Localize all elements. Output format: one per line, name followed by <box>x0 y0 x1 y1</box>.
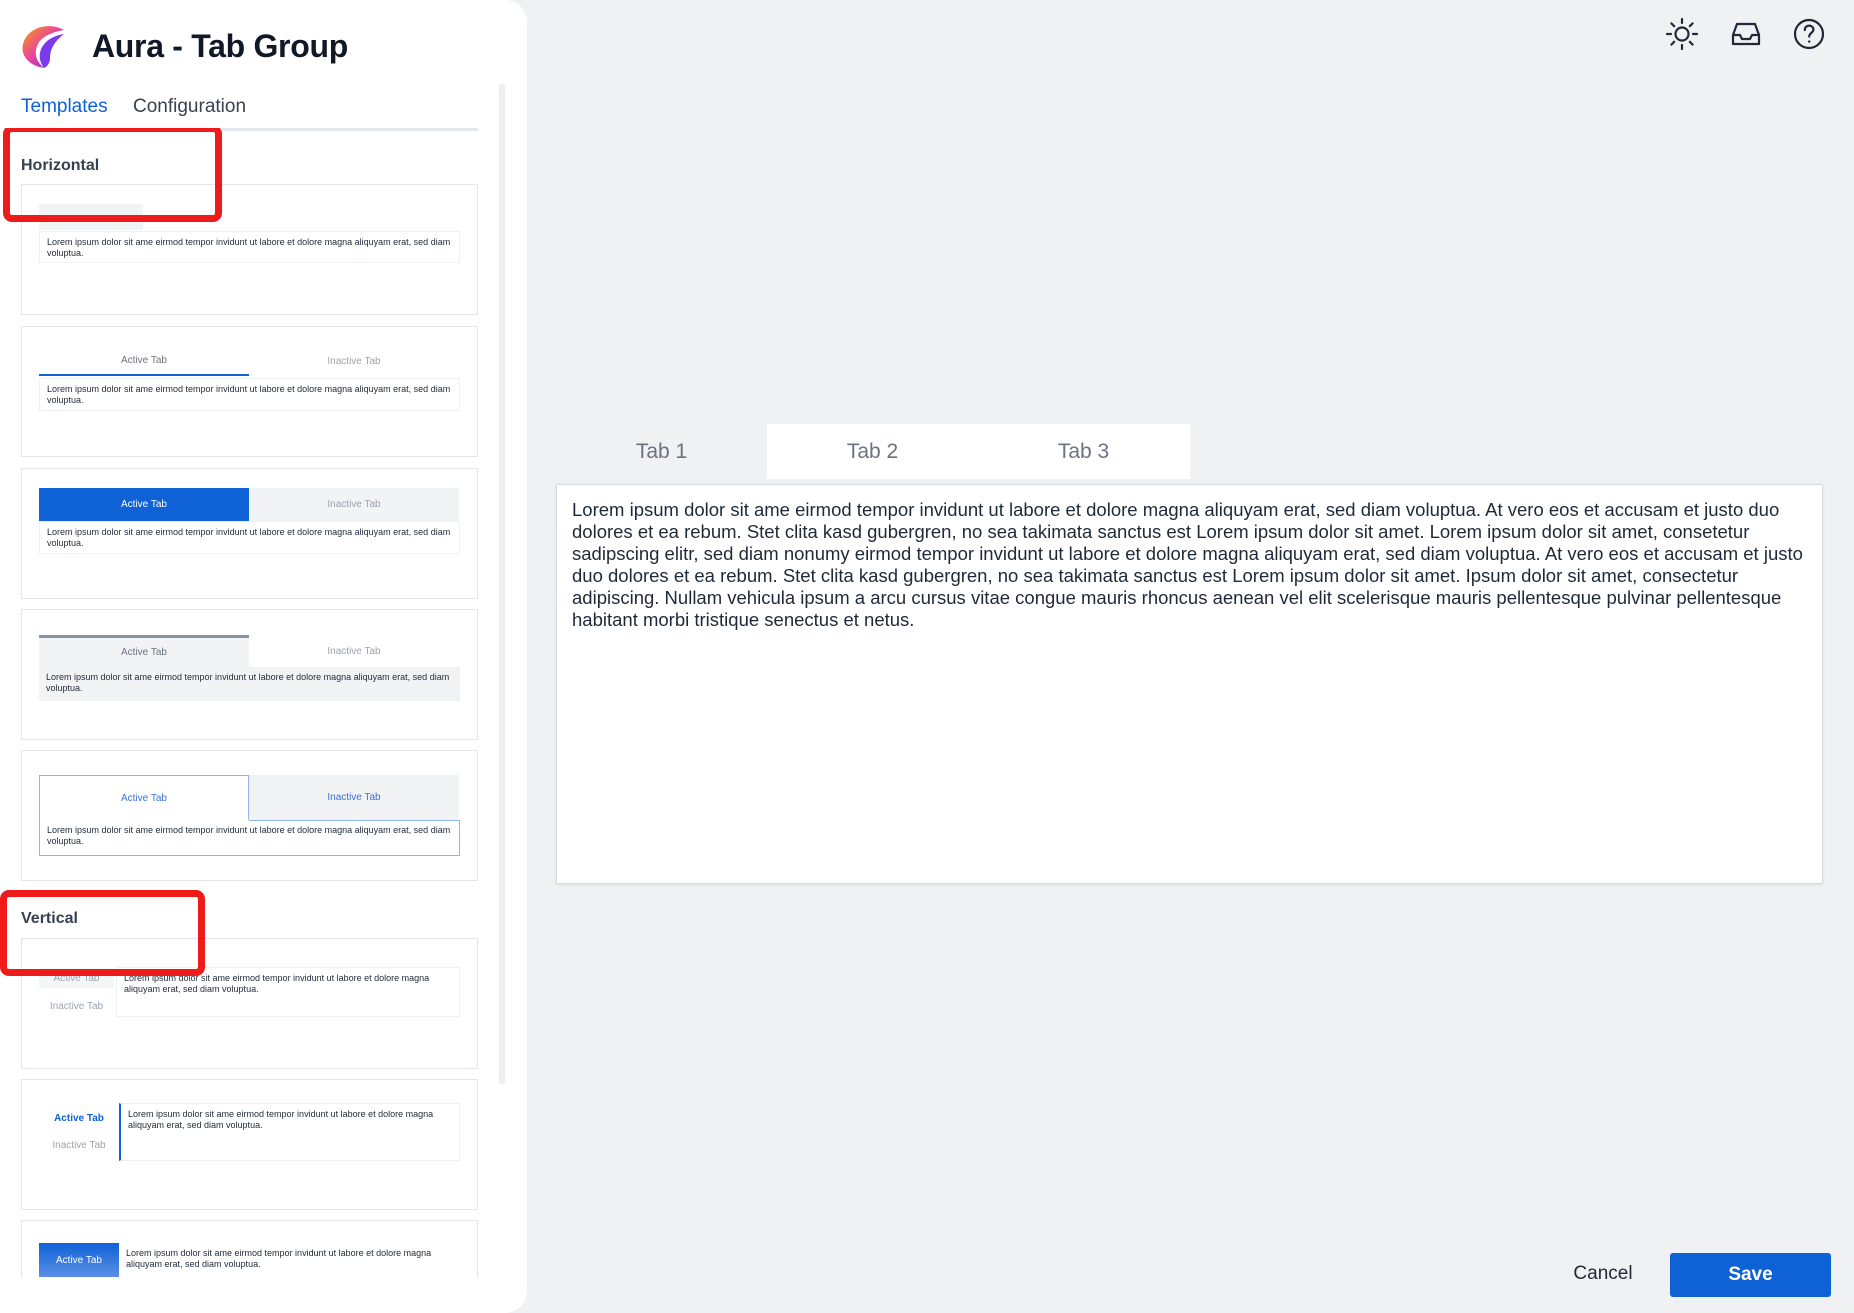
inbox-icon[interactable] <box>1728 16 1764 52</box>
template-content: Lorem ipsum dolor sit ame eirmod tempor … <box>126 1248 432 1269</box>
preview-tab-3[interactable]: Tab 3 <box>978 424 1189 479</box>
template-inactive-tab: Inactive Tab <box>249 775 459 821</box>
template-content: Lorem ipsum dolor sit ame eirmod tempor … <box>39 667 460 701</box>
tab-configuration[interactable]: Configuration <box>133 96 246 118</box>
template-active-tab: Active Tab <box>39 488 249 521</box>
template-active-tab: Active Tab <box>39 635 249 667</box>
template-inactive-tab: Inactive Tab <box>52 1139 106 1151</box>
sidebar-tabs: Templates Configuration <box>21 94 478 131</box>
template-horizontal-bordered[interactable]: Active Tab Inactive Tab Lorem ipsum dolo… <box>21 750 478 881</box>
template-content: Lorem ipsum dolor sit ame eirmod tempor … <box>119 1103 460 1161</box>
template-content: Lorem ipsum dolor sit ame eirmod tempor … <box>39 378 460 411</box>
template-inactive-tab: Inactive Tab <box>249 488 459 521</box>
save-button[interactable]: Save <box>1670 1253 1831 1297</box>
sidebar: Aura - Tab Group Templates Configuration… <box>0 0 527 1313</box>
preview-tab-1[interactable]: Tab 1 <box>556 424 767 479</box>
aura-logo-icon <box>22 26 64 68</box>
template-active-tab: Active Tab <box>39 1243 119 1277</box>
template-content: Lorem ipsum dolor sit ame eirmod tempor … <box>39 820 460 856</box>
template-list: Horizontal Lorem ipsum dolor sit ame eir… <box>0 128 527 1278</box>
sun-icon[interactable] <box>1664 16 1700 52</box>
highlight-horizontal <box>3 128 222 222</box>
template-inactive-tab: Inactive Tab <box>327 645 381 657</box>
template-active-tab: Active Tab <box>54 1112 104 1124</box>
template-content: Lorem ipsum dolor sit ame eirmod tempor … <box>39 521 460 554</box>
preview-tab-content: Lorem ipsum dolor sit ame eirmod tempor … <box>556 484 1823 884</box>
template-horizontal-filled[interactable]: Active Tab Inactive Tab Lorem ipsum dolo… <box>21 468 478 599</box>
help-icon[interactable] <box>1791 16 1827 52</box>
tab-divider <box>249 820 460 821</box>
template-vertical-filled[interactable]: Active Tab Lorem ipsum dolor sit ame eir… <box>21 1220 478 1278</box>
cancel-button[interactable]: Cancel <box>1548 1252 1658 1296</box>
preview-tab-bar: Tab 1 Tab 2 Tab 3 <box>556 424 1190 479</box>
template-vertical-accent[interactable]: Active Tab Inactive Tab Lorem ipsum dolo… <box>21 1079 478 1210</box>
template-inactive-tab: Inactive Tab <box>49 1000 104 1012</box>
preview-tab-2[interactable]: Tab 2 <box>767 424 978 479</box>
template-active-tab: Active Tab <box>39 346 249 376</box>
template-horizontal-top-border[interactable]: Active Tab Inactive Tab Lorem ipsum dolo… <box>21 609 478 740</box>
template-inactive-tab: Inactive Tab <box>327 355 381 367</box>
highlight-vertical <box>0 890 205 976</box>
tab-templates[interactable]: Templates <box>21 96 108 118</box>
template-horizontal-underline[interactable]: Active Tab Inactive Tab Lorem ipsum dolo… <box>21 326 478 457</box>
app-title: Aura - Tab Group <box>92 28 348 64</box>
template-content: Lorem ipsum dolor sit ame eirmod tempor … <box>39 231 460 263</box>
